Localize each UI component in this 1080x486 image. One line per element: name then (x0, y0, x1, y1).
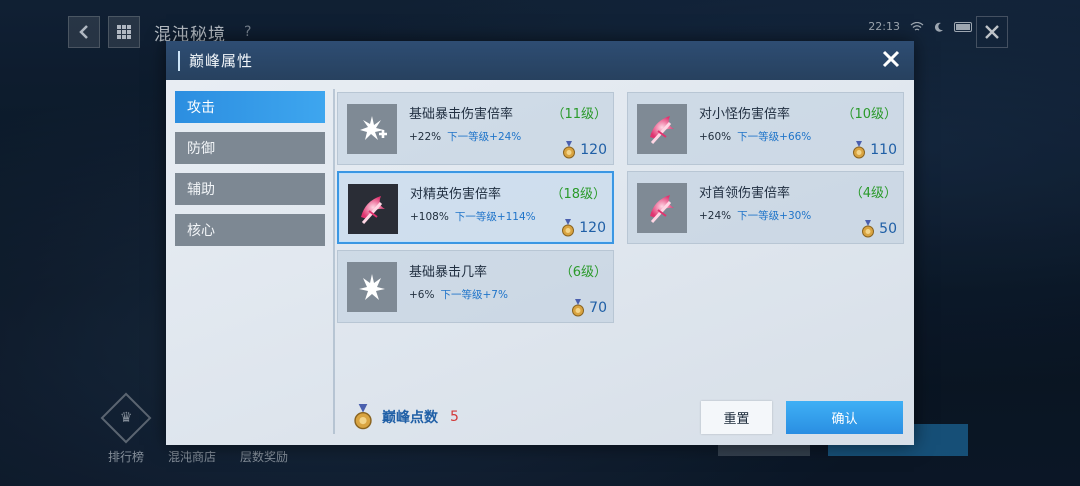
tab-label: 防御 (187, 141, 215, 157)
next-level-value: 下一等级+7% (440, 289, 508, 301)
attribute-card[interactable]: 对小怪伤害倍率 （10级） +60% 下一等级+66% 110 (627, 92, 904, 165)
attribute-stats: +22% 下一等级+24% (409, 129, 521, 144)
peak-point-medal-icon (862, 220, 875, 238)
cost-value: 50 (879, 221, 897, 237)
axe-icon (637, 104, 687, 154)
attribute-stats: +108% 下一等级+114% (410, 209, 536, 224)
dialog-close-button[interactable] (878, 47, 904, 73)
attribute-level: （4级） (849, 186, 897, 201)
peak-points-value: 5 (450, 409, 459, 425)
panel-divider (333, 89, 335, 434)
peak-point-medal-icon (562, 219, 575, 237)
close-icon (882, 50, 900, 68)
tab-support[interactable]: 辅助 (175, 173, 325, 205)
attribute-name: 对首领伤害倍率 (699, 186, 791, 201)
cost-value: 110 (870, 142, 897, 158)
next-level-value: 下一等级+114% (454, 211, 536, 223)
tab-label: 辅助 (187, 182, 215, 198)
current-value: +22% (409, 131, 442, 143)
peak-point-medal-icon (563, 141, 576, 159)
axe-icon (637, 183, 687, 233)
peak-points-summary: 巅峰点数 5 (352, 404, 459, 430)
peak-point-medal-icon (853, 141, 866, 159)
peak-attributes-dialog: 巅峰属性 攻击 防御 辅助 核心 基础暴击伤害倍率 （11级） +22% 下一等级… (166, 41, 914, 445)
current-value: +60% (699, 131, 732, 143)
attribute-card[interactable]: 对首领伤害倍率 （4级） +24% 下一等级+30% 50 (627, 171, 904, 244)
peak-point-medal-icon (354, 404, 372, 430)
attribute-name: 对小怪伤害倍率 (699, 107, 791, 122)
category-tabs: 攻击 防御 辅助 核心 (175, 91, 325, 255)
upgrade-cost: 120 (561, 219, 606, 237)
crit-damage-plus-icon (347, 104, 397, 154)
attribute-card[interactable]: 基础暴击伤害倍率 （11级） +22% 下一等级+24% 120 (337, 92, 614, 165)
dialog-header: 巅峰属性 (166, 41, 914, 80)
attribute-level: （18级） (550, 187, 606, 202)
axe-icon (348, 184, 398, 234)
upgrade-cost: 50 (861, 220, 897, 238)
attribute-level: （10级） (841, 107, 897, 122)
attribute-stats: +60% 下一等级+66% (699, 129, 811, 144)
upgrade-cost: 120 (562, 141, 607, 159)
current-value: +6% (409, 289, 435, 301)
next-level-value: 下一等级+24% (447, 131, 522, 143)
cost-value: 70 (589, 300, 607, 316)
attribute-level: （6级） (559, 265, 607, 280)
attribute-card-selected[interactable]: 对精英伤害倍率 （18级） +108% 下一等级+114% 120 (337, 171, 614, 244)
cost-value: 120 (579, 220, 606, 236)
upgrade-cost: 110 (852, 141, 897, 159)
crit-chance-icon (347, 262, 397, 312)
reset-button[interactable]: 重置 (701, 401, 772, 434)
attribute-stats: +6% 下一等级+7% (409, 287, 508, 302)
tab-label: 攻击 (187, 100, 215, 116)
current-value: +24% (699, 210, 732, 222)
cost-value: 120 (580, 142, 607, 158)
attribute-level: （11级） (551, 107, 607, 122)
attribute-card-grid: 基础暴击伤害倍率 （11级） +22% 下一等级+24% 120 对小怪伤害倍率 (337, 92, 905, 324)
upgrade-cost: 70 (571, 299, 607, 317)
next-level-value: 下一等级+66% (737, 131, 812, 143)
attribute-card[interactable]: 基础暴击几率 （6级） +6% 下一等级+7% 70 (337, 250, 614, 323)
tab-defense[interactable]: 防御 (175, 132, 325, 164)
tab-attack[interactable]: 攻击 (175, 91, 325, 123)
tab-label: 核心 (187, 223, 215, 239)
confirm-button[interactable]: 确认 (786, 401, 903, 434)
current-value: +108% (410, 211, 449, 223)
peak-point-medal-icon (572, 299, 585, 317)
attribute-name: 对精英伤害倍率 (410, 187, 502, 202)
attribute-name: 基础暴击伤害倍率 (409, 107, 514, 122)
next-level-value: 下一等级+30% (737, 210, 812, 222)
header-accent-bar (178, 50, 180, 71)
attribute-name: 基础暴击几率 (409, 265, 488, 280)
peak-points-label: 巅峰点数 (382, 410, 438, 426)
tab-core[interactable]: 核心 (175, 214, 325, 246)
dialog-title: 巅峰属性 (189, 52, 254, 70)
attribute-stats: +24% 下一等级+30% (699, 208, 811, 223)
